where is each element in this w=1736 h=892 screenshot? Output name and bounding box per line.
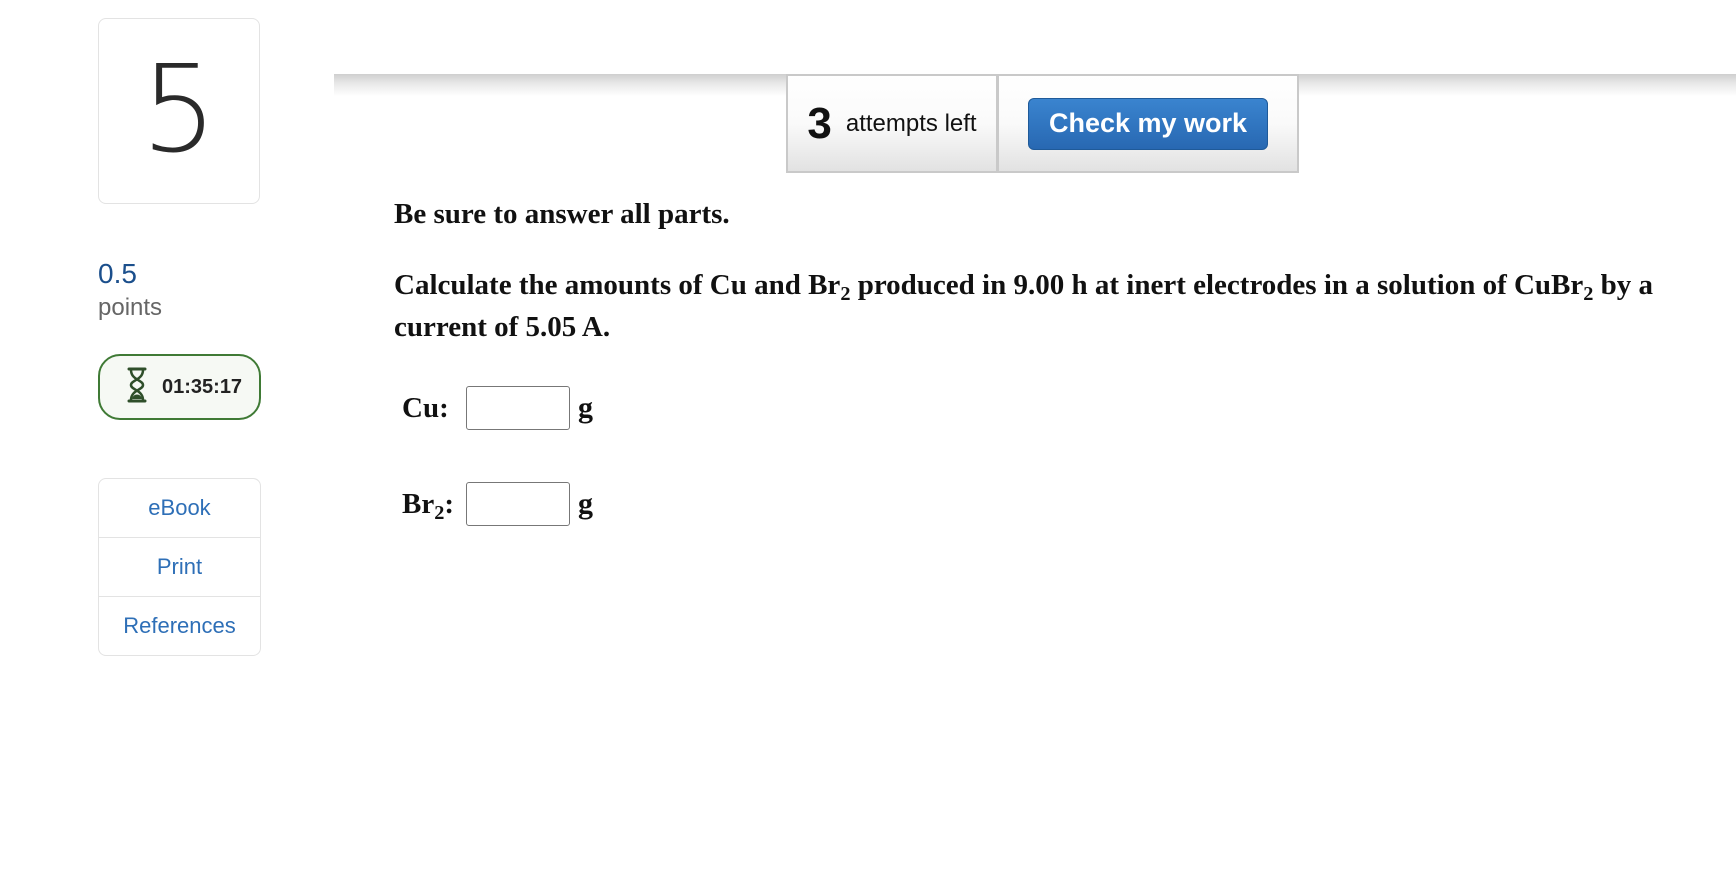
question-text-part-1: Calculate the amounts of Cu and Br [394, 269, 841, 301]
timer-text: 01:35:17 [162, 375, 243, 398]
subscript-2: 2 [1583, 283, 1594, 306]
cu-answer-row: Cu: g [402, 386, 593, 430]
br2-unit: g [578, 487, 593, 520]
question-text-part-2: produced in 9.00 h at inert electrodes i… [850, 269, 1584, 301]
print-link[interactable]: Print [99, 538, 260, 597]
hourglass-icon [126, 367, 148, 408]
timer[interactable]: 01:35:17 [98, 354, 261, 420]
attempts-panel: 3 attempts left [786, 74, 998, 173]
attempts-label: attempts left [845, 109, 977, 137]
question-number-box: 5 [98, 18, 260, 204]
br2-label-colon: : [444, 487, 455, 520]
check-work-panel: Check my work [998, 74, 1299, 173]
br2-label-sub: 2 [434, 501, 445, 524]
attempts-count: 3 [807, 98, 832, 148]
points-label: points [98, 294, 163, 321]
subscript-2: 2 [840, 283, 851, 306]
cu-label: Cu: [402, 391, 449, 424]
references-link[interactable]: References [99, 597, 260, 655]
instruction-text: Be sure to answer all parts. [394, 198, 730, 230]
br2-label-main: Br [402, 487, 435, 520]
br2-input[interactable] [466, 482, 570, 526]
question-text: Calculate the amounts of Cu and Br2 prod… [394, 264, 1694, 348]
ebook-link[interactable]: eBook [99, 479, 260, 538]
cu-unit: g [578, 391, 593, 424]
points-value: 0.5 [98, 258, 137, 289]
br2-answer-row: Br2: g [402, 482, 593, 526]
cu-input[interactable] [466, 386, 570, 430]
question-number: 5 [140, 41, 218, 180]
br2-label: Br2: [402, 487, 466, 524]
side-links-panel: eBook Print References [98, 478, 261, 656]
check-my-work-button[interactable]: Check my work [1028, 97, 1268, 150]
